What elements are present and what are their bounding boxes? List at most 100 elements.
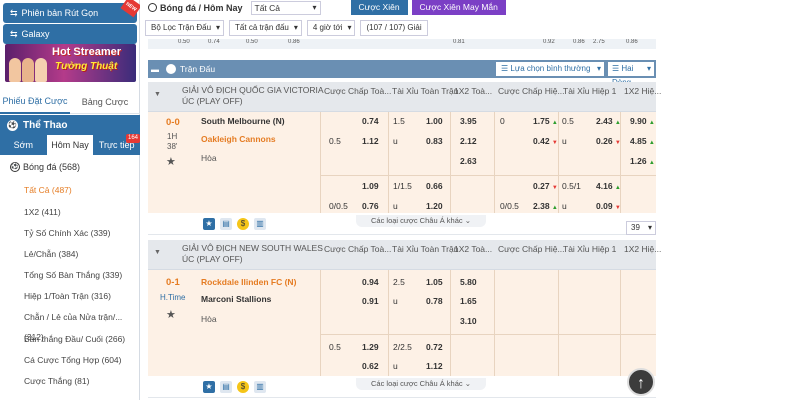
tab-live[interactable]: Trực tiếp 164 bbox=[93, 134, 141, 155]
tab-bet-board[interactable]: Bảng Cược bbox=[70, 91, 140, 113]
star-icon[interactable]: ★ bbox=[203, 381, 215, 393]
promo-galaxy-button[interactable]: ⇆ Galaxy bbox=[3, 24, 137, 44]
promo-compact-version-button[interactable]: ⇆ Phiên bản Rút Gọn NEW bbox=[3, 0, 142, 23]
odds-up-icon: ▲ bbox=[614, 120, 621, 126]
odd-cell[interactable]: 1.05 bbox=[426, 277, 443, 287]
odd-cell[interactable]: 3.95 bbox=[460, 116, 477, 126]
sort-select[interactable]: ☰ Lựa chọn bình thường bbox=[496, 62, 604, 76]
menu-item-half-odd-even[interactable]: Chẵn / Lẻ của Nửa trận/... (312) bbox=[0, 307, 140, 342]
star-icon[interactable]: ★ bbox=[166, 308, 176, 321]
odd-cell[interactable]: 0.42 ▼ bbox=[533, 136, 558, 146]
odd-cell[interactable]: 1.12 bbox=[426, 361, 443, 371]
hot-streamer-banner[interactable]: Hot Streamer Tường Thuật bbox=[5, 44, 136, 82]
sports-header: ⚽ Thể Thao bbox=[0, 115, 140, 135]
odd-cell[interactable]: 1.00 bbox=[426, 116, 443, 126]
more-asian-bets-button[interactable]: Các loại cược Châu Á khác ⌄ bbox=[356, 215, 486, 227]
menu-item-correct-score[interactable]: Tỷ Số Chính Xác (339) bbox=[0, 223, 140, 243]
odd-cell[interactable]: 0.91 bbox=[362, 296, 379, 306]
odd-cell[interactable]: 2.12 bbox=[460, 136, 477, 146]
odd-cell[interactable]: 1.75 ▲ bbox=[533, 116, 558, 126]
odd-cell[interactable]: 1.26 ▲ bbox=[630, 156, 655, 166]
tab-today[interactable]: Hôm Nay bbox=[46, 135, 94, 155]
odd-cell[interactable]: 9.90 ▲ bbox=[630, 116, 655, 126]
menu-item-mix-parlay[interactable]: Cá Cược Tổng Hợp (604) bbox=[0, 350, 140, 370]
star-icon[interactable]: ★ bbox=[166, 155, 176, 168]
odd-cell[interactable]: 1.20 bbox=[426, 201, 443, 211]
coin-icon[interactable]: $ bbox=[237, 218, 249, 230]
menu-item-odd-even[interactable]: Lẻ/Chẵn (384) bbox=[0, 244, 140, 264]
odd-cell[interactable]: 1.65 bbox=[460, 296, 477, 306]
odd-cell[interactable]: 5.80 bbox=[460, 277, 477, 287]
collapse-icon[interactable]: ▬ bbox=[148, 65, 162, 74]
odd-cell[interactable]: 2.43 ▲ bbox=[596, 116, 621, 126]
stats-table-icon[interactable]: ▤ bbox=[220, 381, 232, 393]
odd-cell[interactable]: 2.38 ▲ bbox=[533, 201, 558, 211]
menu-item-all[interactable]: Tất Cả (487) bbox=[0, 180, 140, 200]
league-count-button[interactable]: (107 / 107) Giải bbox=[360, 20, 428, 36]
odd-cell[interactable]: 0.62 bbox=[362, 361, 379, 371]
menu-item-1x2[interactable]: 1X2 (411) bbox=[0, 202, 140, 222]
odd-cell[interactable]: 0.66 bbox=[426, 181, 443, 191]
scroll-to-top-button[interactable]: ↑ bbox=[627, 368, 655, 396]
column-header: Cược Chấp Hiệ... bbox=[498, 244, 565, 254]
odd-cell[interactable]: 0.26 ▼ bbox=[596, 136, 621, 146]
line-cell: u bbox=[393, 136, 398, 146]
odd-value: 0.27 bbox=[533, 181, 550, 191]
league-header[interactable]: ▼ GIẢI VÔ ĐỊCH QUỐC GIA VICTORIA ÚC (PLA… bbox=[148, 82, 661, 112]
star-icon[interactable]: ★ bbox=[203, 218, 215, 230]
tab-bet-slip[interactable]: Phiếu Đặt Cược bbox=[0, 90, 70, 114]
lucky-parlay-button[interactable]: Cược Xiên May Mắn bbox=[411, 0, 506, 15]
odds-up-icon: ▲ bbox=[648, 140, 655, 146]
odd-cell[interactable]: 0.72 bbox=[426, 342, 443, 352]
bar-chart-icon[interactable]: ▥ bbox=[254, 218, 266, 230]
line-cell: 2.5 bbox=[393, 277, 405, 287]
match-filter-select[interactable]: Tất cả trận đấu bbox=[229, 20, 302, 36]
odd-cell[interactable]: 1.29 bbox=[362, 342, 379, 352]
banner-line2: Tường Thuật bbox=[55, 61, 118, 72]
parlay-button[interactable]: Cược Xiên bbox=[350, 0, 408, 15]
chevron-down-icon[interactable]: ▼ bbox=[154, 91, 161, 98]
menu-item-half-full[interactable]: Hiệp 1/Toàn Trận (316) bbox=[0, 286, 140, 306]
coin-icon[interactable]: $ bbox=[237, 381, 249, 393]
time-filter-select[interactable]: 4 giờ tới bbox=[306, 20, 356, 36]
sport-football-item[interactable]: ⚽ Bóng đá (568) bbox=[0, 157, 140, 177]
odd-cell[interactable]: 4.85 ▲ bbox=[630, 136, 655, 146]
odds-up-icon: ▲ bbox=[648, 120, 655, 126]
odd-cell[interactable]: 0.27 ▼ bbox=[533, 181, 558, 191]
menu-count: (81) bbox=[74, 376, 90, 386]
menu-item-total-goals[interactable]: Tổng Số Bàn Thắng (339) bbox=[0, 265, 140, 285]
chevron-down-icon[interactable]: ▼ bbox=[154, 249, 161, 256]
odd-cell[interactable]: 0.09 ▼ bbox=[596, 201, 621, 211]
menu-count: (604) bbox=[101, 355, 122, 365]
line-cell: 1.5 bbox=[393, 116, 405, 126]
menu-count: (487) bbox=[51, 185, 72, 195]
odd-cell[interactable]: 0.76 bbox=[362, 201, 379, 211]
menu-label: Tổng Số Bàn Thắng bbox=[24, 270, 100, 280]
odd-cell[interactable]: 4.16 ▲ bbox=[596, 181, 621, 191]
menu-item-outright[interactable]: Cược Thắng (81) bbox=[0, 371, 140, 391]
stats-table-icon[interactable]: ▤ bbox=[220, 218, 232, 230]
odd-cell[interactable]: 1.12 bbox=[362, 136, 379, 146]
more-asian-bets-button[interactable]: Các loại cược Châu Á khác ⌄ bbox=[356, 378, 486, 390]
league-filter-select[interactable]: Bộ Lọc Trận Đấu bbox=[145, 20, 225, 36]
menu-count: (411) bbox=[41, 207, 61, 217]
league-header[interactable]: ▼ GIẢI VÔ ĐỊCH NEW SOUTH WALES ÚC (PLAY … bbox=[148, 240, 661, 270]
odd-value: 4.16 bbox=[596, 181, 613, 191]
odd-cell[interactable]: 0.83 bbox=[426, 136, 443, 146]
page-select[interactable]: 39 bbox=[626, 221, 656, 235]
odd-cell[interactable]: 2.63 bbox=[460, 156, 477, 166]
tab-early[interactable]: Sớm bbox=[0, 135, 47, 155]
odd-cell[interactable]: 1.09 bbox=[362, 181, 379, 191]
odd-cell[interactable]: 3.10 bbox=[460, 316, 477, 326]
menu-item-first-last-goal[interactable]: Bàn thắng Đầu/ Cuối (266) bbox=[0, 329, 140, 349]
divider bbox=[320, 175, 656, 176]
odd-cell[interactable]: 0.78 bbox=[426, 296, 443, 306]
odd-cell[interactable]: 0.94 bbox=[362, 277, 379, 287]
odds-layout-select[interactable]: ☰ Hai Dòng bbox=[608, 62, 654, 87]
divider bbox=[494, 270, 495, 376]
bar-chart-icon[interactable]: ▥ bbox=[254, 381, 266, 393]
odd-cell[interactable]: 0.74 bbox=[362, 116, 379, 126]
sport-type-select[interactable]: Tất Cả bbox=[250, 0, 321, 15]
match-row: 0-1 H.Time ★ Rockdale Ilinden FC (N) Mar… bbox=[148, 270, 656, 376]
odd-value: 1.26 bbox=[630, 156, 647, 166]
